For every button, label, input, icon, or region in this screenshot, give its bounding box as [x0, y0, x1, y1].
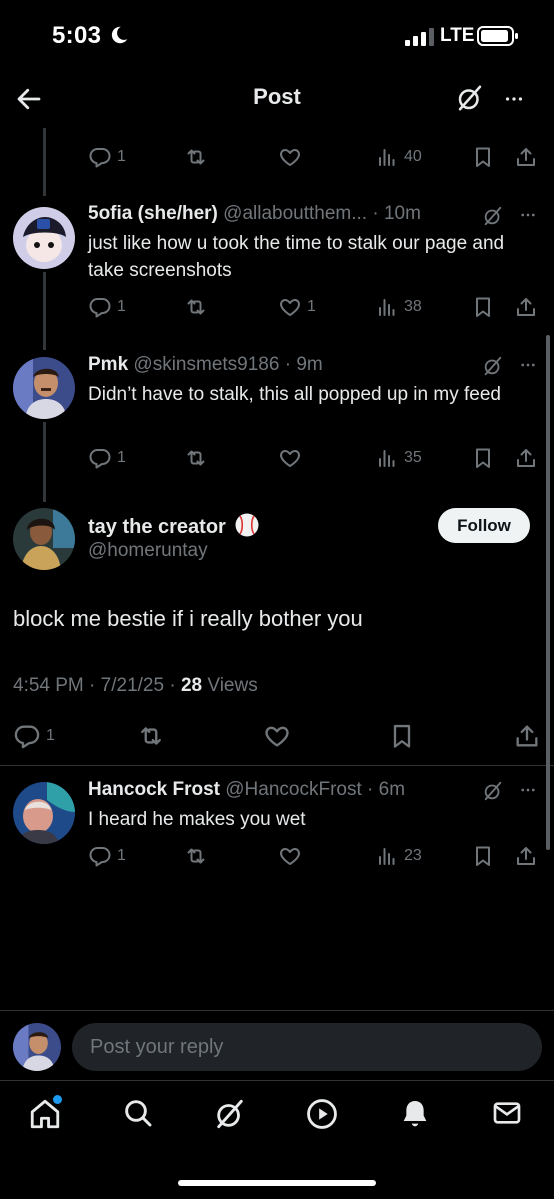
divider	[0, 765, 554, 766]
more-options-icon[interactable]	[517, 206, 539, 224]
grok-icon[interactable]	[482, 780, 504, 802]
status-bar: 5:03 LTE	[0, 0, 554, 70]
views-button[interactable]: 23	[375, 844, 422, 868]
grok-icon[interactable]	[482, 355, 504, 377]
baseball-icon	[235, 513, 259, 537]
reply-bar: Post your reply	[0, 1010, 554, 1080]
reply-text: just like how u took the time to stalk o…	[88, 233, 505, 281]
repost-button[interactable]	[184, 446, 208, 470]
views-button[interactable]: 35	[375, 446, 422, 470]
reply-actions: 1 1 38	[88, 295, 540, 321]
repost-button[interactable]	[184, 844, 208, 868]
grok-icon[interactable]	[213, 1097, 247, 1131]
grok-icon[interactable]	[455, 83, 485, 113]
more-options-icon[interactable]	[517, 356, 539, 374]
user-name[interactable]: Pmk	[88, 354, 128, 375]
share-button[interactable]	[514, 446, 538, 470]
bookmark-button[interactable]	[471, 145, 495, 169]
like-button[interactable]	[278, 446, 307, 470]
post-time: 4:54 PM	[13, 675, 84, 696]
user-name[interactable]: 5ofia (she/her)	[88, 203, 218, 224]
thread-line	[43, 272, 46, 350]
bookmark-button[interactable]	[471, 295, 495, 319]
post-meta: 4:54 PM · 7/21/25 · 28 Views	[13, 675, 258, 696]
avatar[interactable]	[13, 782, 75, 844]
views-count: 28	[180, 675, 203, 696]
bookmark-button[interactable]	[388, 722, 416, 750]
my-avatar[interactable]	[13, 1023, 61, 1071]
thread-line	[43, 128, 46, 196]
more-options-icon[interactable]	[517, 781, 539, 799]
user-handle[interactable]: @homeruntay	[88, 540, 208, 562]
avatar[interactable]	[13, 508, 75, 570]
reply-header: Pmk @skinsmets9186 · 9m	[88, 354, 323, 375]
reply-actions: 1 23	[88, 844, 540, 870]
grok-icon[interactable]	[482, 205, 504, 227]
like-button[interactable]	[263, 722, 291, 750]
search-icon[interactable]	[122, 1097, 154, 1129]
notification-dot	[53, 1095, 62, 1104]
views-button[interactable]: 38	[375, 295, 422, 319]
user-handle[interactable]: @allaboutthem...	[223, 203, 367, 224]
signal-icon	[405, 28, 434, 46]
video-icon[interactable]	[305, 1097, 339, 1131]
share-button[interactable]	[514, 145, 538, 169]
more-options-icon[interactable]	[499, 88, 529, 110]
share-button[interactable]	[514, 295, 538, 319]
reply-actions: 1 40	[88, 145, 540, 171]
reply-button[interactable]: 1	[88, 446, 126, 470]
follow-button[interactable]: Follow	[438, 508, 530, 543]
share-button[interactable]	[514, 844, 538, 868]
moon-icon	[111, 26, 128, 44]
avatar[interactable]	[13, 207, 75, 269]
bookmark-button[interactable]	[471, 446, 495, 470]
battery-icon	[477, 26, 518, 46]
scrollbar[interactable]	[546, 335, 550, 850]
reply-input[interactable]: Post your reply	[72, 1023, 542, 1071]
share-button[interactable]	[513, 722, 541, 750]
reply-header: Hancock Frost @HancockFrost · 6m	[88, 779, 406, 800]
thread-line	[43, 422, 46, 502]
home-indicator	[178, 1180, 376, 1186]
like-button[interactable]	[278, 145, 307, 169]
repost-button[interactable]	[184, 145, 208, 169]
repost-button[interactable]	[137, 722, 165, 750]
views-button[interactable]: 40	[375, 145, 422, 169]
reply-text: Didn’t have to stalk, this all popped up…	[88, 384, 501, 405]
bookmark-button[interactable]	[471, 844, 495, 868]
views-label: Views	[207, 675, 258, 696]
post-date: 7/21/25	[100, 675, 165, 696]
user-handle[interactable]: @HancockFrost	[225, 779, 362, 800]
post-actions: 1	[13, 722, 543, 750]
reply-button[interactable]: 1	[88, 295, 126, 319]
avatar[interactable]	[13, 357, 75, 419]
repost-button[interactable]	[184, 295, 208, 319]
user-name[interactable]: tay the creator	[88, 512, 260, 539]
top-bar: Post	[0, 70, 554, 128]
reply-text: I heard he makes you wet	[88, 809, 306, 830]
notifications-icon[interactable]	[399, 1097, 431, 1129]
status-time: 5:03	[52, 22, 102, 49]
user-handle[interactable]: @skinsmets9186	[133, 354, 279, 375]
like-button[interactable]	[278, 844, 307, 868]
reply-button[interactable]: 1	[88, 844, 126, 868]
post-text: block me bestie if i really bother you	[13, 606, 363, 631]
reply-actions: 1 35	[88, 446, 540, 472]
user-name[interactable]: Hancock Frost	[88, 779, 220, 800]
post-time: 6m	[378, 779, 406, 800]
reply-button[interactable]: 1	[88, 145, 126, 169]
reply-header: 5ofia (she/her) @allaboutthem... · 10m	[88, 203, 421, 224]
reply-button[interactable]: 1	[13, 722, 55, 750]
post-time: 9m	[296, 354, 323, 375]
messages-icon[interactable]	[491, 1097, 523, 1129]
network-type: LTE	[440, 25, 475, 46]
post-time: 10m	[383, 203, 421, 224]
like-button[interactable]: 1	[278, 295, 316, 319]
